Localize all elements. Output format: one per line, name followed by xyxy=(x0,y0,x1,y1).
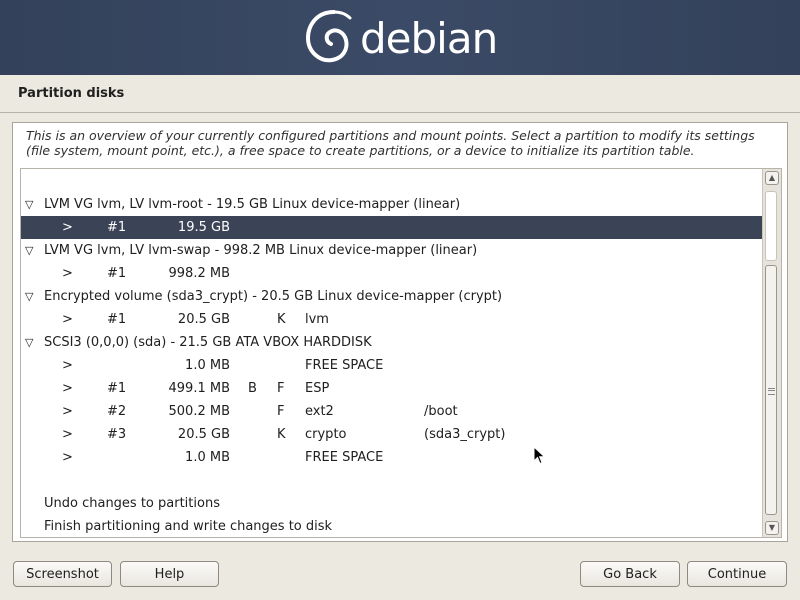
device-header-row[interactable]: ▽ LVM VG lvm, LV lvm-root - 19.5 GB Linux… xyxy=(21,193,762,216)
collapse-triangle-icon[interactable]: ▽ xyxy=(25,239,33,262)
partition-size: 500.2 MB xyxy=(168,404,230,419)
partition-filesystem: FREE SPACE xyxy=(305,450,384,465)
partition-row[interactable]: > #1 998.2 MB xyxy=(21,262,762,285)
collapse-triangle-icon[interactable]: ▽ xyxy=(25,331,33,354)
partition-number: #1 xyxy=(107,381,127,396)
partition-list[interactable]: ▽ LVM VG lvm, LV lvm-root - 19.5 GB Linux… xyxy=(20,168,782,538)
collapse-triangle-icon[interactable]: ▽ xyxy=(25,193,33,216)
partition-number: #1 xyxy=(107,266,127,281)
description-text: This is an overview of your currently co… xyxy=(26,128,755,158)
partition-size: 998.2 MB xyxy=(168,266,230,281)
partition-number: #1 xyxy=(107,312,127,327)
partition-size: 1.0 MB xyxy=(185,450,230,465)
row-arrow-icon: > xyxy=(62,450,73,465)
collapse-triangle-icon[interactable]: ▽ xyxy=(25,285,33,308)
partition-row[interactable]: > #2 500.2 MB Fext2/boot xyxy=(21,400,762,423)
mouse-cursor-icon xyxy=(533,446,546,465)
device-header-label: LVM VG lvm, LV lvm-swap - 998.2 MB Linux… xyxy=(44,243,478,258)
partition-row[interactable]: > #1 20.5 GB Klvm xyxy=(21,308,762,331)
partition-size: 20.5 GB xyxy=(177,312,230,327)
partition-number: #1 xyxy=(107,220,127,235)
partition-size: 499.1 MB xyxy=(168,381,230,396)
partition-size: 20.5 GB xyxy=(177,427,230,442)
partition-row[interactable]: > #1 19.5 GB xyxy=(21,216,762,239)
partition-size: 19.5 GB xyxy=(177,220,230,235)
partition-filesystem: ext2 xyxy=(305,404,334,419)
list-scrollbar[interactable]: ▲ ▼ xyxy=(762,169,781,537)
scroll-down-icon[interactable]: ▼ xyxy=(765,521,779,535)
help-button[interactable]: Help xyxy=(120,561,219,587)
row-arrow-icon: > xyxy=(62,427,73,442)
partition-flag-bootable: B xyxy=(248,381,257,396)
device-header-label: LVM VG lvm, LV lvm-root - 19.5 GB Linux … xyxy=(44,197,461,212)
row-arrow-icon: > xyxy=(62,381,73,396)
partition-flag-format: K xyxy=(277,427,286,442)
continue-button[interactable]: Continue xyxy=(687,561,787,587)
row-arrow-icon: > xyxy=(62,220,73,235)
partition-row[interactable]: > #1 499.1 MB B F ESP xyxy=(21,377,762,400)
blank-row xyxy=(21,469,762,492)
partition-flag-format: F xyxy=(277,404,285,419)
row-arrow-icon: > xyxy=(62,358,73,373)
action-label: Undo changes to partitions xyxy=(44,496,220,511)
device-header-row[interactable]: ▽ Encrypted volume (sda3_crypt) - 20.5 GB… xyxy=(21,285,762,308)
scroll-grip-icon xyxy=(768,388,775,395)
partition-filesystem: lvm xyxy=(305,312,329,327)
partition-action-item[interactable]: Undo changes to partitions xyxy=(21,492,762,515)
scroll-thumb[interactable] xyxy=(765,265,777,515)
partition-mount-point: (sda3_crypt) xyxy=(424,427,506,442)
screenshot-button[interactable]: Screenshot xyxy=(13,561,112,587)
partition-number: #2 xyxy=(107,404,127,419)
partition-flag-format: F xyxy=(277,381,285,396)
debian-logo: debian xyxy=(300,4,500,70)
device-header-row[interactable]: ▽ SCSI3 (0,0,0) (sda) - 21.5 GB ATA VBOX … xyxy=(21,331,762,354)
scroll-track[interactable] xyxy=(765,191,777,261)
partition-filesystem: FREE SPACE xyxy=(305,358,384,373)
device-header-label: Encrypted volume (sda3_crypt) - 20.5 GB … xyxy=(44,289,503,304)
partition-size: 1.0 MB xyxy=(185,358,230,373)
device-header-row[interactable]: ▽ LVM VG lvm, LV lvm-swap - 998.2 MB Linu… xyxy=(21,239,762,262)
partition-number: #3 xyxy=(107,427,127,442)
device-header-label: SCSI3 (0,0,0) (sda) - 21.5 GB ATA VBOX H… xyxy=(44,335,372,350)
partition-row[interactable]: >1.0 MB FREE SPACE xyxy=(21,354,762,377)
go-back-button[interactable]: Go Back xyxy=(580,561,680,587)
debian-swirl-icon xyxy=(305,10,352,63)
title-separator xyxy=(0,112,800,113)
partition-filesystem: crypto xyxy=(305,427,347,442)
partition-flag-format: K xyxy=(277,312,286,327)
debian-banner: debian xyxy=(0,0,800,75)
debian-logo-text: debian xyxy=(360,14,498,63)
content-frame: This is an overview of your currently co… xyxy=(12,122,788,542)
action-label: Finish partitioning and write changes to… xyxy=(44,519,333,534)
partition-action-item[interactable]: Finish partitioning and write changes to… xyxy=(21,515,762,537)
page-title: Partition disks xyxy=(18,86,125,101)
partition-mount-point: /boot xyxy=(424,404,458,419)
row-arrow-icon: > xyxy=(62,266,73,281)
partition-filesystem: ESP xyxy=(305,381,330,396)
partition-row[interactable]: > #3 20.5 GB Kcrypto (sda3_crypt) xyxy=(21,423,762,446)
scroll-up-icon[interactable]: ▲ xyxy=(765,171,779,185)
row-arrow-icon: > xyxy=(62,312,73,327)
row-arrow-icon: > xyxy=(62,404,73,419)
partition-row[interactable]: >1.0 MB FREE SPACE xyxy=(21,446,762,469)
